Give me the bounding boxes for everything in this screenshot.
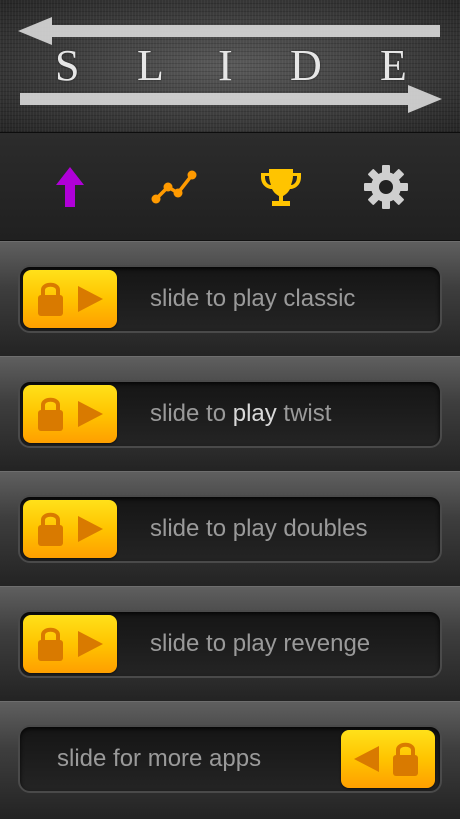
slider-row-revenge: slide to play revenge [0, 586, 460, 701]
lock-arrow-icon [38, 512, 103, 546]
app-title: S L I D E [0, 40, 460, 96]
slide-knob[interactable] [23, 270, 117, 328]
lock-arrow-icon [38, 627, 103, 661]
slider-label: slide for more apps [57, 745, 262, 772]
title-letter: D [290, 41, 322, 90]
lock-arrow-icon [38, 282, 103, 316]
slider-label: slide to play classic [150, 285, 356, 312]
trophy-icon [261, 169, 301, 206]
slider-row-twist: slide to play twist [0, 356, 460, 471]
slider-row-more-apps: slide for more apps [0, 701, 460, 819]
slide-track[interactable]: slide to play classic [18, 265, 442, 333]
slide-track[interactable]: slide for more apps [18, 725, 442, 793]
slide-knob[interactable] [23, 500, 117, 558]
slider-row-doubles: slide to play doubles [0, 471, 460, 586]
title-letter: L [137, 41, 164, 90]
upgrade-button[interactable] [46, 163, 94, 211]
arrow-lock-icon [354, 742, 418, 776]
stats-button[interactable] [150, 163, 198, 211]
slide-track[interactable]: slide to play twist [18, 380, 442, 448]
slide-knob[interactable] [23, 385, 117, 443]
title-letter: E [380, 41, 407, 90]
slider-label: slide to play revenge [150, 630, 371, 657]
slider-label: slide to play twist [150, 400, 332, 427]
slide-knob[interactable] [23, 615, 117, 673]
settings-button[interactable] [362, 163, 410, 211]
toolbar [0, 133, 460, 241]
lock-arrow-icon [38, 397, 103, 431]
slider-label: slide to play doubles [150, 515, 368, 542]
leaderboard-button[interactable] [257, 163, 305, 211]
app-header: S L I D E [0, 0, 460, 133]
gear-icon [364, 165, 408, 209]
slider-row-classic: slide to play classic [0, 241, 460, 356]
title-letter: S [55, 41, 80, 90]
title-letter: I [218, 41, 233, 90]
slide-track[interactable]: slide to play revenge [18, 610, 442, 678]
slide-knob[interactable] [341, 730, 435, 788]
stats-chart-icon [151, 170, 197, 204]
up-arrow-icon [56, 167, 84, 207]
slide-track[interactable]: slide to play doubles [18, 495, 442, 563]
